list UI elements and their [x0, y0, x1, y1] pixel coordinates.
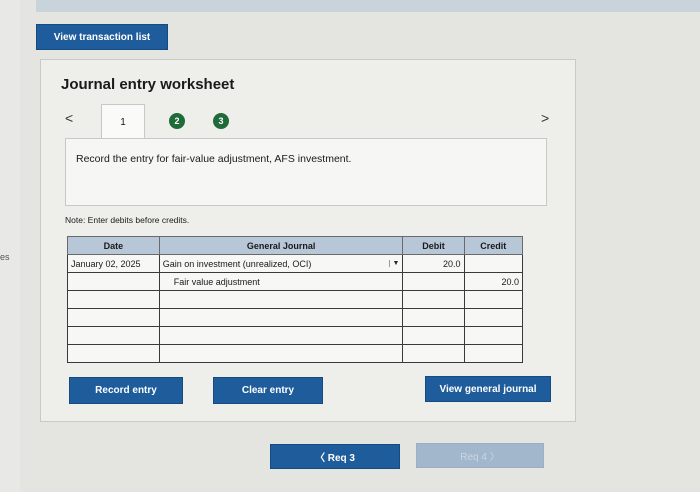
table-row: January 02, 2025 Gain on investment (unr…: [67, 254, 523, 273]
date-cell[interactable]: [67, 344, 160, 363]
header-debit: Debit: [402, 236, 465, 255]
account-value: Gain on investment (unrealized, OCI): [162, 258, 312, 269]
date-cell[interactable]: [67, 308, 160, 327]
debit-cell[interactable]: [402, 308, 465, 327]
prev-req-button[interactable]: 〈 Req 3: [270, 444, 400, 469]
credit-cell[interactable]: [463, 344, 523, 363]
debit-cell[interactable]: [402, 344, 465, 363]
credit-cell[interactable]: [463, 326, 523, 345]
date-cell[interactable]: [67, 272, 160, 291]
account-cell[interactable]: [158, 290, 404, 309]
credit-cell[interactable]: [463, 254, 523, 273]
account-cell[interactable]: [158, 344, 404, 363]
debit-cell[interactable]: 20.0: [402, 254, 465, 273]
dropdown-arrow-icon[interactable]: ▼: [388, 260, 399, 267]
journal-entry-worksheet-panel: Journal entry worksheet < 1 2 3 > Record…: [40, 59, 576, 422]
credit-cell[interactable]: [463, 308, 523, 327]
credit-cell[interactable]: 20.0: [463, 272, 523, 291]
view-transaction-list-button[interactable]: View transaction list: [36, 24, 168, 50]
header-date: Date: [67, 236, 160, 255]
account-cell[interactable]: Fair value adjustment: [158, 272, 404, 291]
account-cell[interactable]: [158, 308, 404, 327]
date-cell[interactable]: January 02, 2025: [67, 254, 160, 273]
account-cell[interactable]: [158, 326, 404, 345]
credit-cell[interactable]: [463, 290, 523, 309]
prev-arrow-icon[interactable]: <: [65, 110, 73, 126]
date-cell[interactable]: [67, 290, 160, 309]
note-text: Note: Enter debits before credits.: [65, 215, 190, 225]
header-credit: Credit: [463, 236, 523, 255]
instruction-box: Record the entry for fair-value adjustme…: [65, 138, 547, 206]
view-general-journal-button[interactable]: View general journal: [425, 376, 551, 402]
left-edge: [0, 0, 20, 492]
record-entry-button[interactable]: Record entry: [69, 377, 183, 404]
step-tab-2[interactable]: 2: [169, 113, 185, 129]
next-req-button[interactable]: Req 4 〉: [416, 443, 544, 468]
worksheet-title: Journal entry worksheet: [61, 76, 235, 93]
table-row: [67, 344, 523, 363]
edge-text: es: [0, 252, 10, 262]
step-tab-3[interactable]: 3: [213, 113, 229, 129]
table-row: [67, 308, 523, 327]
top-strip: [36, 0, 700, 12]
debit-cell[interactable]: [402, 326, 465, 345]
debit-cell[interactable]: [402, 290, 465, 309]
table-row: [67, 290, 523, 309]
journal-table: Date General Journal Debit Credit Januar…: [67, 236, 523, 363]
clear-entry-button[interactable]: Clear entry: [213, 377, 323, 404]
table-row: Fair value adjustment 20.0: [67, 272, 523, 291]
table-row: [67, 326, 523, 345]
date-cell[interactable]: [67, 326, 160, 345]
instruction-text: Record the entry for fair-value adjustme…: [76, 153, 352, 165]
header-general-journal: General Journal: [158, 236, 404, 255]
next-arrow-icon[interactable]: >: [541, 110, 549, 126]
step-tab-1[interactable]: 1: [101, 104, 145, 140]
account-cell[interactable]: Gain on investment (unrealized, OCI) ▼: [158, 254, 404, 273]
debit-cell[interactable]: [402, 272, 465, 291]
